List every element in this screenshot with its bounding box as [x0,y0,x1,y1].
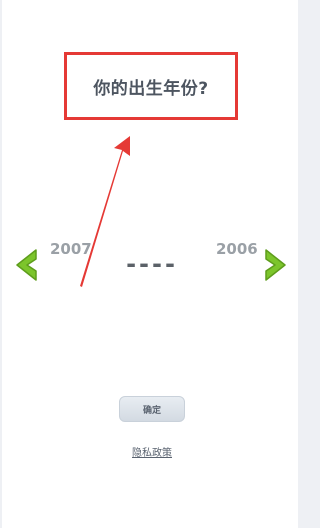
selected-year-value: ---- [126,250,178,278]
chevron-right-icon[interactable] [264,248,290,282]
question-highlight-box: 你的出生年份? [64,52,238,120]
privacy-policy-link[interactable]: 隐私政策 [2,444,302,459]
chevron-left-icon[interactable] [12,248,38,282]
confirm-button[interactable]: 确定 [119,396,185,422]
question-title: 你的出生年份? [93,78,209,99]
screen: 你的出生年份? 2007 ---- 2006 确定 隐私政策 [2,0,298,528]
confirm-button-label: 确定 [142,405,161,416]
previous-year-option[interactable]: 2007 [50,240,92,258]
next-year-option[interactable]: 2006 [216,240,258,258]
